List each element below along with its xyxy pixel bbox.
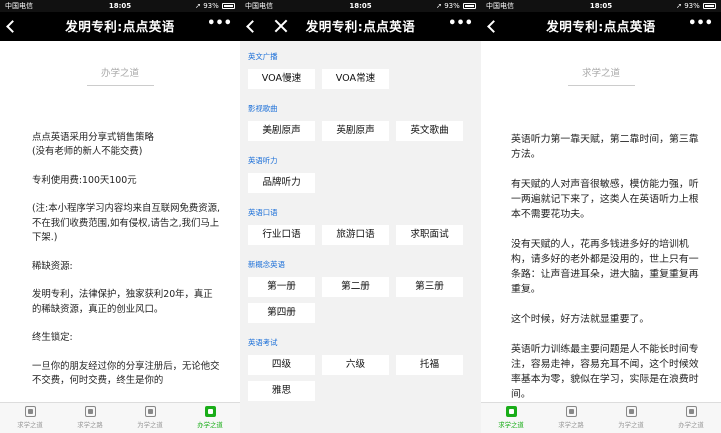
category-title: 英语口语 [248,208,278,217]
battery-status: ➚ 93% [676,0,716,12]
category-chip[interactable]: 托福 [396,355,463,375]
nav-bar: 发明专利:点点英语 ••• [240,12,481,41]
category-chip[interactable]: 品牌听力 [248,173,315,193]
category-items: 第一册 第二册 第三册 第四册 [248,277,481,329]
tab-label: 求学之道 [498,421,524,429]
tab-bar: 求学之道 求学之路 为学之道 办学之道 [0,402,240,433]
paragraph: 一旦你的朋友经过你的分享注册后，无论他交不交费，何时交费，终生是你的 [32,360,220,387]
paragraph: 稀缺资源: [32,260,73,272]
tab-weixue-zhidao[interactable]: 为学之道 [120,403,180,433]
category-chip[interactable]: 英剧原声 [322,121,389,141]
tab-label: 求学之路 [77,421,103,429]
category-chip[interactable]: 第二册 [322,277,389,297]
category-chip[interactable]: 四级 [248,355,315,375]
category-chip[interactable]: 英文歌曲 [396,121,463,141]
status-bar: 中国电信 18:05 ➚ 93% [481,0,721,12]
paragraph: 没有天赋的人，花再多钱进多好的培训机构，请多好的老外都是没用的，世上只有一条路：… [511,239,699,295]
category-chip[interactable]: VOA常速 [322,69,389,89]
tab-qiuxue-zhilu[interactable]: 求学之路 [541,403,601,433]
category-items: 美剧原声 英剧原声 英文歌曲 [248,121,481,147]
paragraph: 终生锁定: [32,332,73,344]
more-icon[interactable]: ••• [688,16,713,31]
page-title: 发明专利:点点英语 [305,19,416,34]
battery-percent: 93% [203,2,219,10]
page-title: 发明专利:点点英语 [65,19,175,34]
more-icon[interactable]: ••• [207,16,232,31]
battery-status: ➚ 93% [436,0,476,12]
category-list[interactable]: 英文广播 VOA慢速 VOA常速 影视歌曲 美剧原声 英剧原声 英文歌曲 英语听… [240,41,481,433]
phone-panel-1: 中国电信 18:05 ➚ 93% 发明专利:点点英语 ••• 办学之道 点点英语… [0,0,240,433]
tab-weixue-zhidao[interactable]: 为学之道 [601,403,661,433]
article: 英语听力第一靠天赋，第二靠时间，第三靠方法。 有天赋的人对声音很敏感，模仿能力强… [481,86,721,402]
category-chip[interactable]: 六级 [322,355,389,375]
category-title: 新概念英语 [248,260,285,269]
battery-icon [463,3,476,9]
paragraph: 英语听力训练最主要问题是人不能长时间专注，容易走神，容易充耳不闻，这个时候效率基… [511,344,699,400]
section-title: 办学之道 [100,68,139,79]
tab-banxue-zhidao[interactable]: 办学之道 [661,403,721,433]
category-title: 英文广播 [248,52,278,61]
category-chip[interactable]: 第四册 [248,303,315,323]
tab-label: 为学之道 [137,421,163,429]
school-icon [685,406,697,417]
paragraph: 点点英语采用分享式销售策略 (没有老师的新人不能交费) [32,132,154,158]
more-icon[interactable]: ••• [448,16,473,31]
category-title: 英语听力 [248,156,278,165]
category-chip[interactable]: 求职面试 [396,225,463,245]
article: 点点英语采用分享式销售策略 (没有老师的新人不能交费) 专利使用费:100天10… [0,86,240,388]
category-items: VOA慢速 VOA常速 [248,69,481,95]
status-bar: 中国电信 18:05 ➚ 93% [0,0,240,12]
book-icon [625,406,637,417]
paragraph: 这个时候，好方法就显重要了。 [511,314,650,325]
page-title: 发明专利:点点英语 [546,19,656,34]
section-title: 求学之道 [581,68,620,79]
category-chip[interactable]: 第三册 [396,277,463,297]
tab-qiuxue-zhilu[interactable]: 求学之路 [60,403,120,433]
book-icon [144,406,156,417]
battery-percent: 93% [684,2,700,10]
content-area[interactable]: 求学之道 英语听力第一靠天赋，第二靠时间，第三靠方法。 有天赋的人对声音很敏感，… [481,41,721,402]
content-area[interactable]: 办学之道 点点英语采用分享式销售策略 (没有老师的新人不能交费) 专利使用费:1… [0,41,240,402]
battery-icon [222,3,235,9]
tab-qiuxue-zhidao[interactable]: 求学之道 [0,403,60,433]
tab-label: 求学之路 [558,421,584,429]
paragraph: 专利使用费:100天100元 [32,174,137,186]
category-items: 四级 六级 托福 雅思 [248,355,481,407]
category-chip[interactable]: 雅思 [248,381,315,401]
nav-bar: 发明专利:点点英语 ••• [0,12,240,41]
tab-label: 办学之道 [197,421,223,429]
category-title: 影视歌曲 [248,104,278,113]
paragraph: 发明专利，法律保护，独家获利20年，真正的稀缺资源，真正的创业风口。 [32,289,213,315]
paragraph: 英语听力第一靠天赋，第二靠时间，第三靠方法。 [511,134,699,160]
category-title: 英语考试 [248,338,278,347]
phone-panel-2: 中国电信 18:05 ➚ 93% 发明专利:点点英语 ••• 英文广播 VOA慢… [240,0,481,433]
tab-label: 为学之道 [618,421,644,429]
paragraph: (注:本小程序学习内容均来自互联网免费资源,不在我们收费范围,如有侵权,请告之,… [32,203,220,244]
status-bar: 中国电信 18:05 ➚ 93% [240,0,481,12]
tab-label: 办学之道 [678,421,704,429]
nav-bar: 发明专利:点点英语 ••• [481,12,721,41]
category-chip[interactable]: 旅游口语 [322,225,389,245]
user-icon [84,406,96,417]
category-chip[interactable]: 第一册 [248,277,315,297]
tab-qiuxue-zhidao[interactable]: 求学之道 [481,403,541,433]
user-icon [565,406,577,417]
category-chip[interactable]: 行业口语 [248,225,315,245]
category-items: 品牌听力 [248,173,481,199]
grid-icon [24,406,36,417]
category-chip[interactable]: VOA慢速 [248,69,315,89]
tab-banxue-zhidao[interactable]: 办学之道 [180,403,240,433]
paragraph: 有天赋的人对声音很敏感，模仿能力强，听一两遍就记下来了，这类人在英语听力上根本不… [511,179,699,220]
phone-panel-3: 中国电信 18:05 ➚ 93% 发明专利:点点英语 ••• 求学之道 英语听力… [481,0,721,433]
school-icon [204,406,216,417]
battery-percent: 93% [444,2,460,10]
battery-status: ➚ 93% [195,0,235,12]
tab-bar: 求学之道 求学之路 为学之道 办学之道 [481,402,721,433]
category-items: 行业口语 旅游口语 求职面试 [248,225,481,251]
tab-label: 求学之道 [17,421,43,429]
category-chip[interactable]: 美剧原声 [248,121,315,141]
grid-icon [505,406,517,417]
battery-icon [703,3,716,9]
